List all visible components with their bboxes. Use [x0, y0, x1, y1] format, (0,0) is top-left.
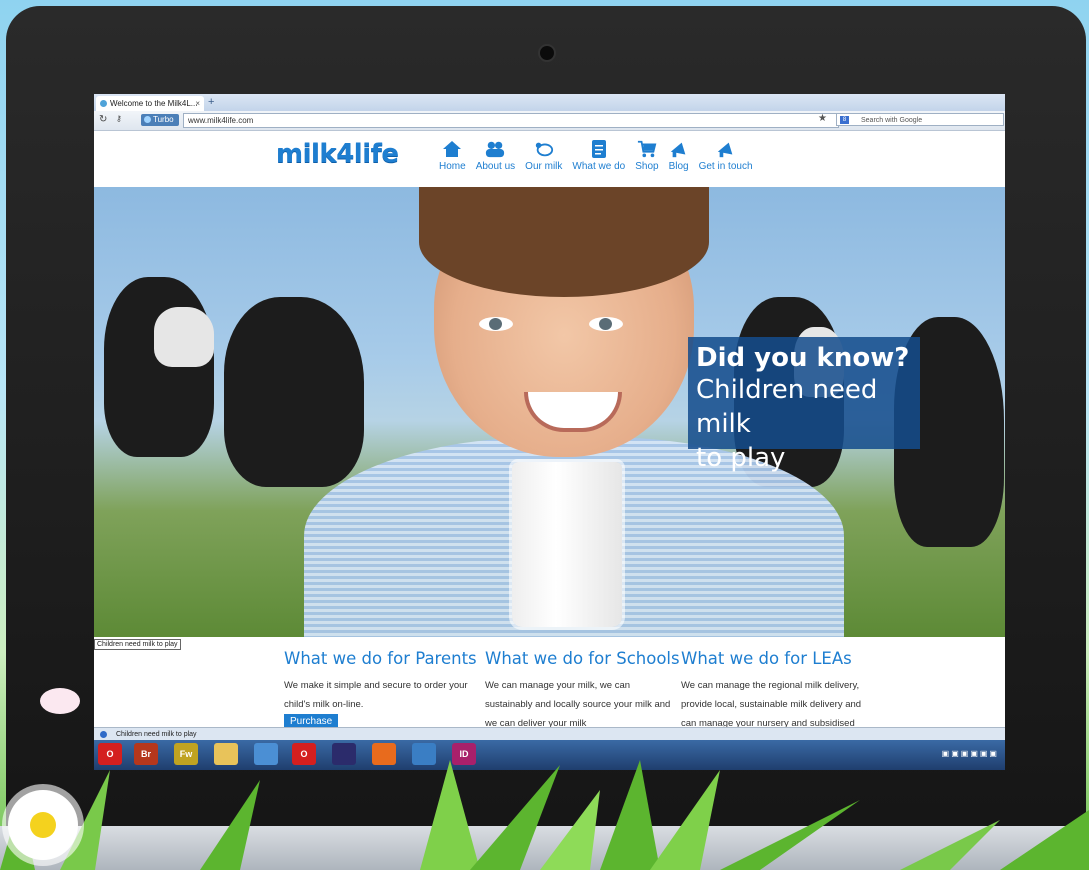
google-icon: 8 — [840, 116, 849, 124]
nav-about-us[interactable]: About us — [476, 139, 515, 172]
column-title: What we do for Schools — [485, 649, 680, 668]
cow-image — [224, 297, 364, 487]
site-logo[interactable]: milk4life — [276, 139, 399, 169]
opera-taskbar-icon[interactable]: O — [98, 743, 122, 765]
status-bar: Children need milk to play — [94, 727, 1005, 740]
browser-tab[interactable]: Welcome to the Milk4L... × — [96, 96, 204, 111]
laptop-base — [0, 826, 1089, 870]
flower-image — [40, 688, 80, 714]
nav-our-milk[interactable]: Our milk — [525, 139, 562, 172]
lock-taskbar-icon[interactable] — [332, 743, 356, 765]
nav-label: Our milk — [525, 161, 563, 172]
indesign-taskbar-icon[interactable]: ID — [452, 743, 476, 765]
boy-eye — [479, 317, 513, 331]
thunderbird-taskbar-icon[interactable] — [412, 743, 436, 765]
cow-image — [154, 307, 214, 367]
daisy-center — [30, 812, 56, 838]
status-text: Children need milk to play — [116, 731, 197, 738]
column-text: We make it simple and secure to order yo… — [284, 680, 468, 710]
milk-glass — [512, 462, 622, 627]
url-input[interactable]: www.milk4life.com — [183, 113, 839, 128]
status-icon — [100, 731, 107, 738]
reload-icon[interactable]: ↻ — [99, 114, 107, 125]
boy-hair — [419, 187, 709, 297]
tab-bar: Welcome to the Milk4L... × + — [94, 94, 1005, 111]
nav-label: Blog — [668, 161, 689, 172]
main-nav: Home About us Our milk What we do Shop B… — [439, 139, 763, 172]
fireworks-taskbar-icon[interactable]: Fw — [174, 743, 198, 765]
cow-image — [104, 277, 214, 457]
turbo-button[interactable]: Turbo — [141, 114, 179, 126]
close-tab-icon[interactable]: × — [195, 96, 200, 111]
turbo-icon — [144, 116, 151, 123]
hero-subline: Children need milk — [696, 375, 878, 439]
nav-label: Home — [439, 161, 466, 172]
hero-banner: Did you know? Children need milk to play — [94, 187, 1005, 637]
nav-blog[interactable]: Blog — [669, 139, 689, 172]
nav-label: Shop — [635, 161, 659, 172]
bookmark-star-icon[interactable]: ★ — [818, 113, 827, 124]
site-header: milk4life Home About us Our milk What we… — [94, 131, 1005, 187]
parents-column: What we do for Parents We make it simple… — [284, 649, 479, 729]
leas-column: What we do for LEAs We can manage the re… — [681, 649, 876, 733]
hero-callout: Did you know? Children need milk to play — [688, 337, 920, 473]
search-input[interactable]: 8 Search with Google — [836, 113, 1004, 126]
nav-label: Get in touch — [698, 161, 753, 172]
tooltip: Children need milk to play — [94, 639, 181, 650]
nav-label: What we do — [572, 161, 626, 172]
nav-label: About us — [475, 161, 516, 172]
system-tray[interactable]: ▣▣▣▣▣▣ — [942, 749, 999, 758]
address-bar: ↻ ⚷ Turbo www.milk4life.com ★ 8 Search w… — [94, 111, 1005, 131]
content-columns: What we do for Parents We make it simple… — [284, 649, 1004, 729]
boy-eye — [589, 317, 623, 331]
firefox-taskbar-icon[interactable] — [372, 743, 396, 765]
app-taskbar-icon[interactable] — [254, 743, 278, 765]
column-title: What we do for LEAs — [681, 649, 852, 668]
column-text: We can manage the regional milk delivery… — [681, 680, 862, 729]
nav-shop[interactable]: Shop — [635, 139, 659, 172]
opera-taskbar-icon[interactable]: O — [292, 743, 316, 765]
document-icon — [589, 139, 609, 159]
screen: Welcome to the Milk4L... × + ↻ ⚷ Turbo w… — [94, 94, 1005, 770]
nav-get-in-touch[interactable]: Get in touch — [699, 139, 753, 172]
nav-home[interactable]: Home — [439, 139, 466, 172]
home-icon — [442, 139, 462, 159]
megaphone-icon — [716, 139, 736, 159]
cow-icon — [534, 139, 554, 159]
hero-subline: to play — [696, 443, 786, 473]
column-title: What we do for Parents — [284, 649, 477, 668]
schools-column: What we do for Schools We can manage you… — [485, 649, 680, 733]
turbo-label: Turbo — [153, 115, 174, 124]
column-text: We can manage your milk, we can sustaina… — [485, 680, 671, 729]
nav-what-we-do[interactable]: What we do — [572, 139, 625, 172]
key-icon[interactable]: ⚷ — [116, 114, 122, 123]
bridge-taskbar-icon[interactable]: Br — [134, 743, 158, 765]
search-placeholder: Search with Google — [861, 117, 923, 124]
folder-taskbar-icon[interactable] — [214, 743, 238, 765]
cart-icon — [637, 139, 657, 159]
megaphone-icon — [669, 139, 689, 159]
hero-headline: Did you know? — [696, 343, 910, 373]
webcam — [540, 46, 554, 60]
taskbar: O Br Fw O ID ▣▣▣▣▣▣ — [94, 740, 1005, 770]
people-icon — [485, 139, 505, 159]
new-tab-button[interactable]: + — [208, 96, 214, 109]
tab-title: Welcome to the Milk4L... — [110, 99, 198, 108]
milk4life-favicon — [100, 100, 107, 107]
